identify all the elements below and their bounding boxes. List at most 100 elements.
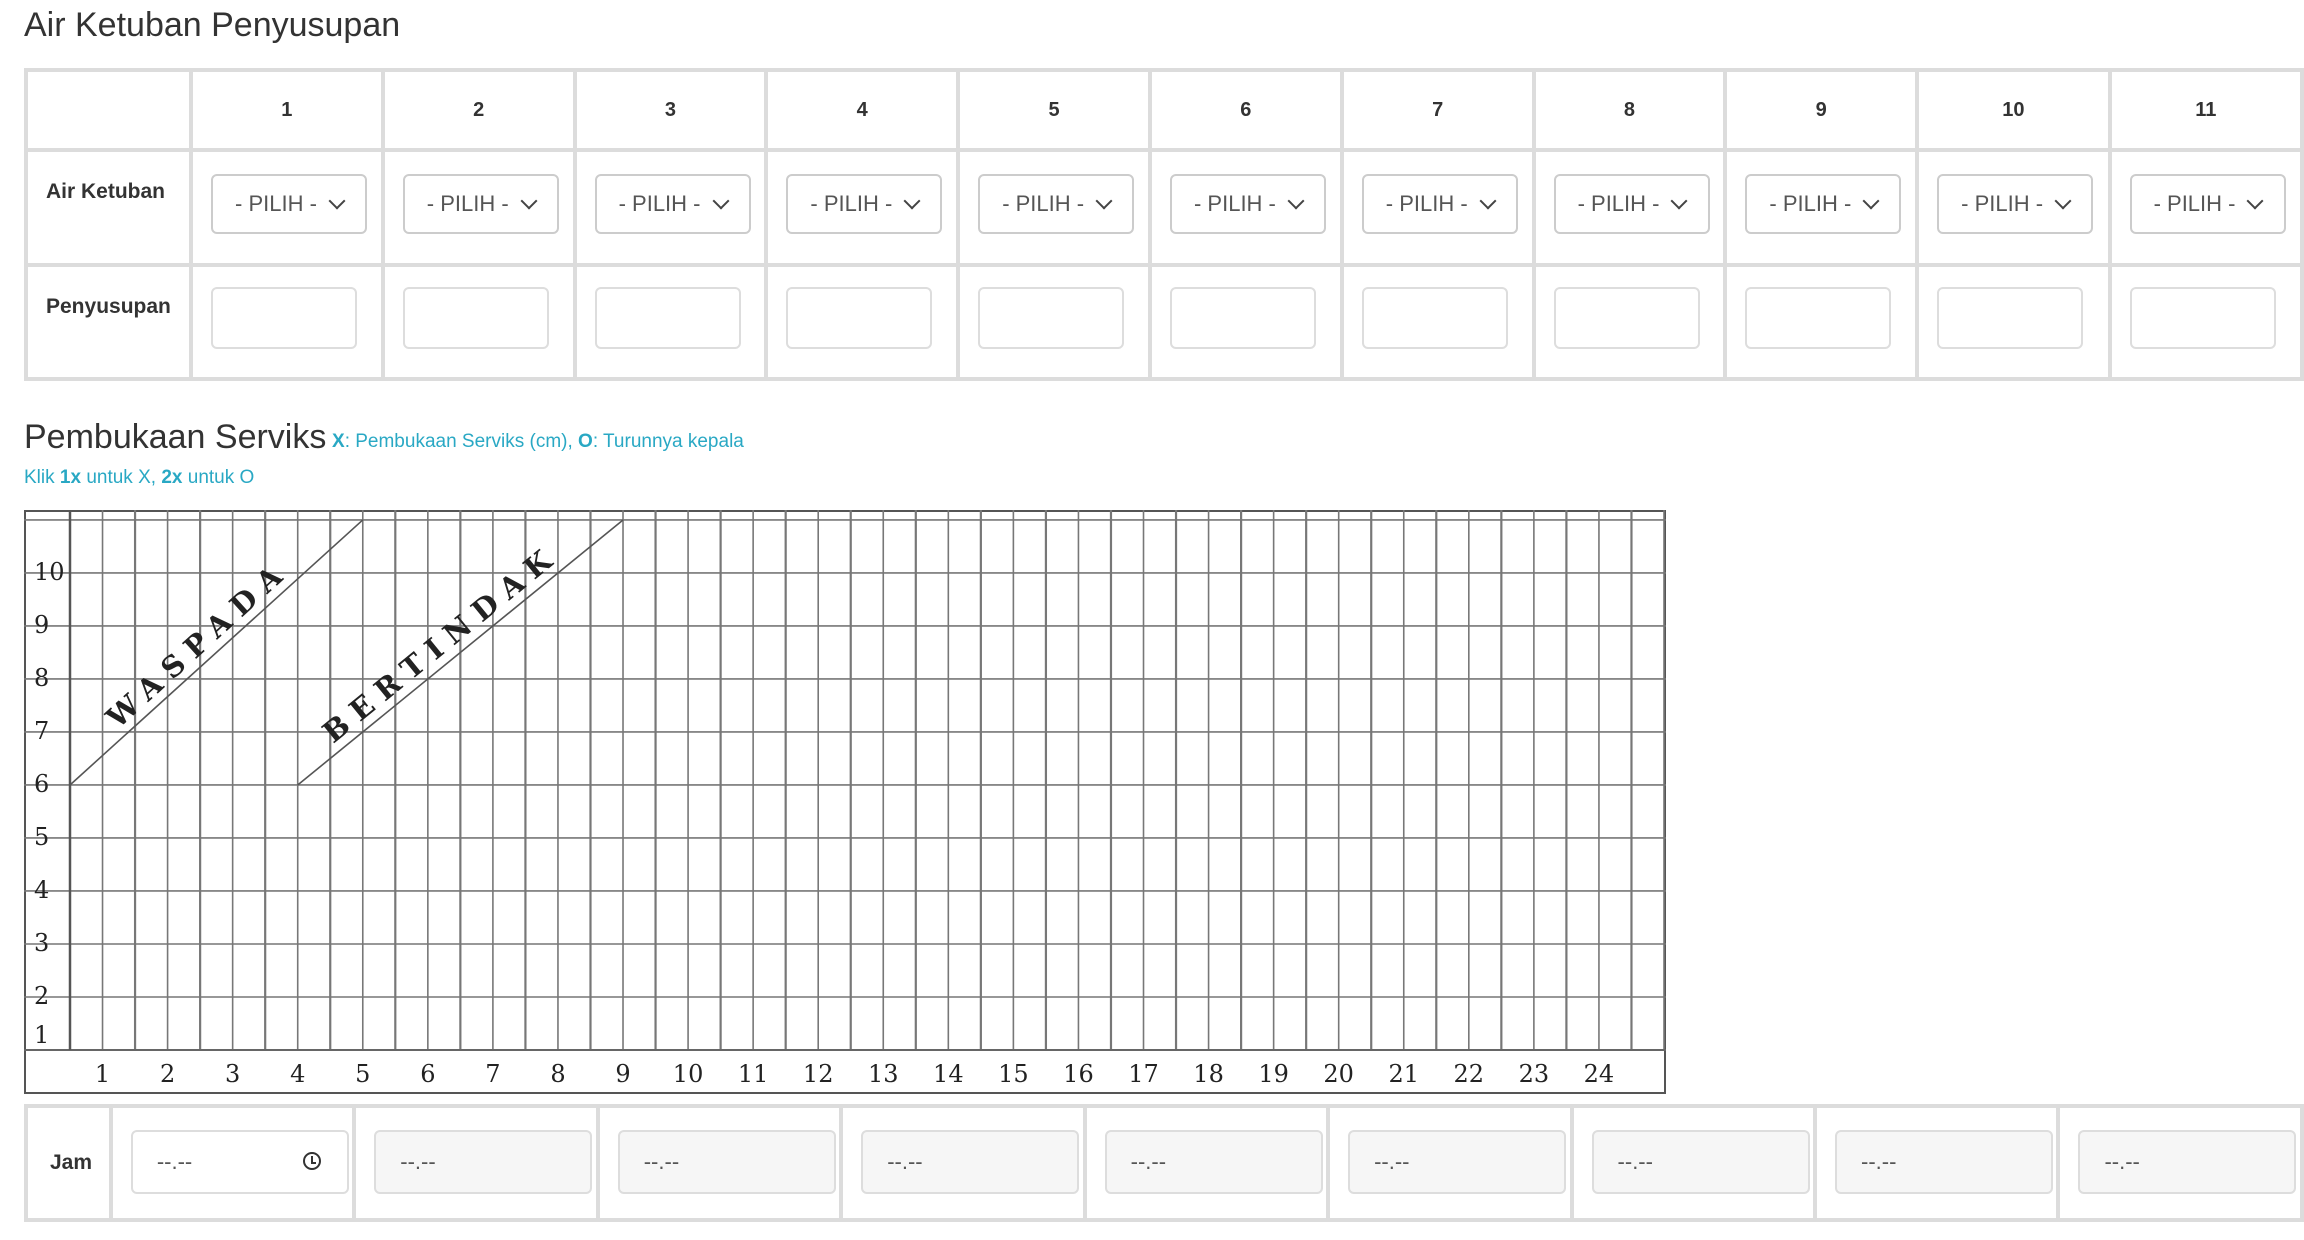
chevron-down-icon bbox=[1670, 192, 1688, 210]
column-header: 10 bbox=[1915, 68, 2112, 152]
select-value: - PILIH - bbox=[1002, 191, 1085, 216]
cell: - PILIH - bbox=[1915, 148, 2112, 267]
x-tick-label: 9 bbox=[615, 1060, 630, 1088]
x-tick-label: 13 bbox=[868, 1060, 899, 1088]
column-header: 5 bbox=[956, 68, 1152, 152]
air-ketuban-select[interactable]: - PILIH - bbox=[402, 174, 559, 234]
legend-x-desc: : Pembukaan Serviks (cm), bbox=[344, 431, 579, 452]
time-input[interactable]: --.-- bbox=[130, 1130, 349, 1194]
legend-x-key: X bbox=[332, 431, 345, 452]
cell: - PILIH - bbox=[1147, 148, 1344, 267]
time-value: --.-- bbox=[156, 1149, 193, 1174]
cell bbox=[764, 263, 961, 381]
x-tick-label: 19 bbox=[1258, 1060, 1289, 1088]
air-ketuban-select[interactable]: - PILIH - bbox=[1745, 174, 1902, 234]
x-tick-label: 20 bbox=[1323, 1060, 1354, 1088]
time-value: --.-- bbox=[643, 1149, 680, 1174]
x-tick-label: 23 bbox=[1519, 1060, 1550, 1088]
select-value: - PILIH - bbox=[2153, 191, 2236, 216]
penyusupan-input[interactable] bbox=[2129, 287, 2276, 349]
penyusupan-input[interactable] bbox=[210, 287, 357, 349]
y-tick-label: 4 bbox=[34, 876, 49, 904]
air-ketuban-select[interactable]: - PILIH - bbox=[1169, 174, 1326, 234]
cell bbox=[956, 263, 1152, 381]
time-input[interactable]: --.-- bbox=[1348, 1130, 1567, 1194]
column-header: 9 bbox=[1723, 68, 1920, 152]
x-tick-label: 7 bbox=[485, 1060, 500, 1088]
column-header: 1 bbox=[188, 68, 385, 152]
section-title-air-ketuban: Air Ketuban Penyusupan bbox=[24, 6, 401, 44]
time-input[interactable]: --.-- bbox=[1835, 1130, 2053, 1194]
cell: - PILIH - bbox=[956, 148, 1152, 267]
chevron-down-icon bbox=[1095, 192, 1113, 210]
air-ketuban-table: 1 2 3 4 5 6 7 8 9 10 11 Air Ketuban - PILIH - - PILI… bbox=[24, 68, 2304, 381]
air-ketuban-select[interactable]: - PILIH - bbox=[1937, 174, 2094, 234]
penyusupan-input[interactable] bbox=[1745, 287, 1892, 349]
chevron-down-icon bbox=[1862, 192, 1880, 210]
time-value: --.-- bbox=[1130, 1149, 1167, 1174]
penyusupan-input[interactable] bbox=[1553, 287, 1700, 349]
cell: --.-- bbox=[108, 1104, 357, 1222]
penyusupan-input[interactable] bbox=[786, 287, 933, 349]
select-value: - PILIH - bbox=[1769, 191, 1852, 216]
column-header: 7 bbox=[1339, 68, 1536, 152]
partograph-chart[interactable]: WASPADA BERTINDAK 12345678910 1 2 3 4 5 6 7 8 9 10… bbox=[24, 510, 1666, 1094]
penyusupan-input[interactable] bbox=[594, 287, 741, 349]
time-input[interactable]: --.-- bbox=[1104, 1130, 1323, 1194]
instruction-part: untuk O bbox=[182, 467, 255, 488]
row-label-air-ketuban: Air Ketuban bbox=[24, 148, 193, 267]
penyusupan-input[interactable] bbox=[978, 287, 1125, 349]
column-header: 2 bbox=[380, 68, 577, 152]
section-title-pembukaan-serviks: Pembukaan Serviks bbox=[24, 418, 327, 456]
select-value: - PILIH - bbox=[1193, 191, 1276, 216]
chevron-down-icon bbox=[2054, 192, 2072, 210]
column-header: 3 bbox=[572, 68, 769, 152]
cell bbox=[1723, 263, 1920, 381]
cell bbox=[572, 263, 769, 381]
y-tick-label: 3 bbox=[34, 929, 49, 957]
cell bbox=[1531, 263, 1728, 381]
penyusupan-input[interactable] bbox=[1937, 287, 2084, 349]
cell: - PILIH - bbox=[188, 148, 385, 267]
chevron-down-icon bbox=[520, 192, 538, 210]
air-ketuban-select[interactable]: - PILIH - bbox=[594, 174, 751, 234]
cell: - PILIH - bbox=[572, 148, 769, 267]
row-label-text: Jam bbox=[50, 1151, 93, 1174]
air-ketuban-select[interactable]: - PILIH - bbox=[1361, 174, 1518, 234]
legend-text: X: Pembukaan Serviks (cm), O: Turunnya k… bbox=[332, 431, 744, 453]
time-input[interactable]: --.-- bbox=[374, 1130, 593, 1194]
time-input[interactable]: --.-- bbox=[617, 1130, 836, 1194]
air-ketuban-select[interactable]: - PILIH - bbox=[786, 174, 943, 234]
cell: --.-- bbox=[1812, 1104, 2061, 1222]
cell: --.-- bbox=[595, 1104, 844, 1222]
legend-o-key: O bbox=[578, 431, 593, 452]
table-row: Jam --.-- --.-- --.-- --.-- --.-- --.-- --.-- --… bbox=[24, 1104, 2304, 1222]
x-tick-label: 6 bbox=[420, 1060, 435, 1088]
air-ketuban-select[interactable]: - PILIH - bbox=[978, 174, 1135, 234]
cell: --.-- bbox=[1082, 1104, 1331, 1222]
time-input[interactable]: --.-- bbox=[1591, 1130, 1810, 1194]
cell: --.-- bbox=[1326, 1104, 1574, 1222]
time-input[interactable]: --.-- bbox=[2078, 1130, 2297, 1194]
time-input[interactable]: --.-- bbox=[861, 1130, 1080, 1194]
penyusupan-input[interactable] bbox=[1169, 287, 1316, 349]
y-tick-label: 5 bbox=[34, 823, 49, 851]
penyusupan-input[interactable] bbox=[402, 287, 549, 349]
air-ketuban-select[interactable]: - PILIH - bbox=[2129, 174, 2286, 234]
chevron-down-icon bbox=[712, 192, 729, 210]
air-ketuban-select[interactable]: - PILIH - bbox=[210, 174, 367, 234]
penyusupan-input[interactable] bbox=[1361, 287, 1508, 349]
cell bbox=[380, 263, 577, 381]
instruction-key-2x: 2x bbox=[161, 467, 183, 488]
time-value: --.-- bbox=[2104, 1149, 2140, 1174]
cell: --.-- bbox=[352, 1104, 600, 1222]
air-ketuban-select[interactable]: - PILIH - bbox=[1553, 174, 1710, 234]
cell: --.-- bbox=[839, 1104, 1087, 1222]
column-header: 4 bbox=[764, 68, 961, 152]
clock-icon bbox=[302, 1152, 321, 1170]
cell bbox=[188, 263, 385, 381]
instruction-text: Klik 1x untuk X, 2x untuk O bbox=[24, 467, 254, 489]
time-value: --.-- bbox=[887, 1149, 923, 1174]
y-tick-label: 6 bbox=[34, 770, 49, 798]
x-tick-label: 15 bbox=[998, 1060, 1029, 1088]
